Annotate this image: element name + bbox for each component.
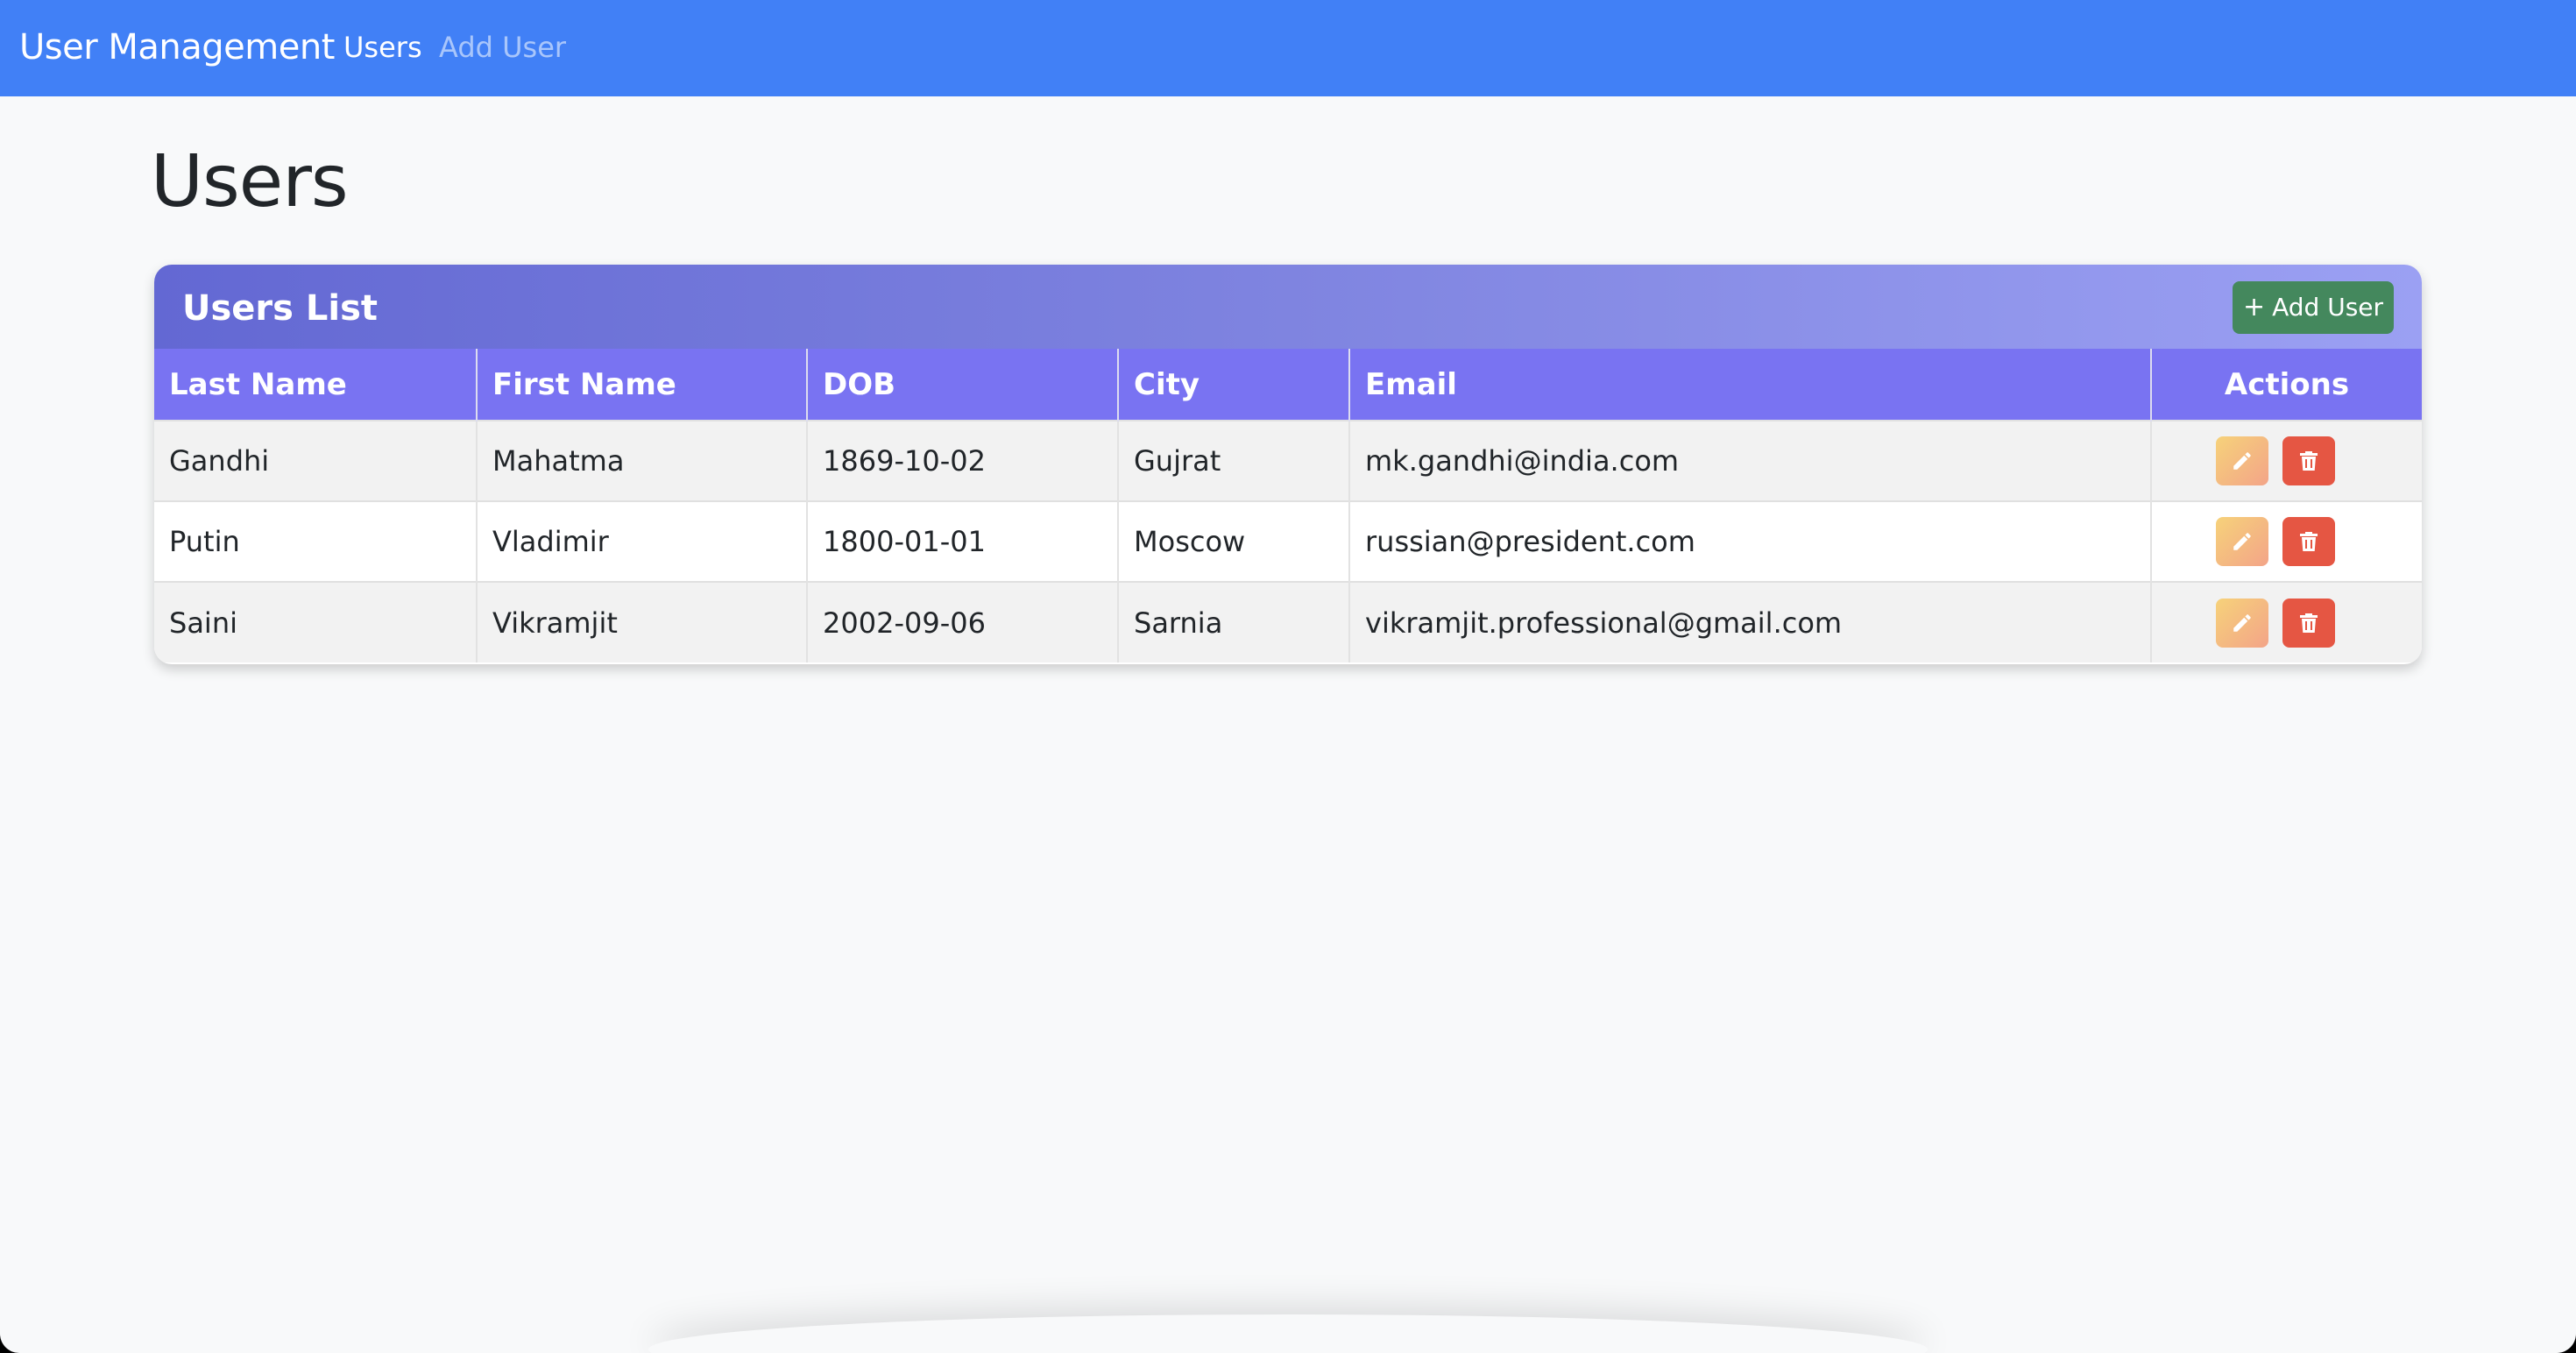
cell-actions — [2151, 420, 2422, 501]
cell-email: mk.gandhi@india.com — [1349, 420, 2152, 501]
edit-button[interactable] — [2216, 436, 2268, 485]
delete-button[interactable] — [2282, 598, 2335, 648]
cell-city: Moscow — [1118, 500, 1350, 582]
navbar: User Management Users Add User — [0, 0, 2576, 96]
brand-link[interactable]: User Management — [19, 23, 335, 72]
edit-button[interactable] — [2216, 598, 2268, 648]
column-header-first-name[interactable]: First Name — [477, 349, 808, 421]
nav-link-users[interactable]: Users — [343, 26, 422, 68]
row-actions — [2216, 598, 2335, 648]
bottom-shadow — [648, 1314, 1928, 1353]
edit-button[interactable] — [2216, 517, 2268, 566]
card-header: Users List + Add User — [154, 265, 2422, 349]
table-row: Gandhi Mahatma 1869-10-02 Gujrat mk.gand… — [154, 420, 2422, 501]
cell-dob: 1869-10-02 — [807, 420, 1119, 501]
cell-first-name: Vladimir — [477, 500, 808, 582]
row-actions — [2216, 436, 2335, 485]
cell-last-name: Gandhi — [154, 420, 478, 501]
cell-email: russian@president.com — [1349, 500, 2152, 582]
users-table: Last Name First Name DOB City Email Acti… — [154, 349, 2422, 662]
trash-icon — [2300, 451, 2318, 471]
column-header-email[interactable]: Email — [1349, 349, 2152, 421]
trash-icon — [2300, 532, 2318, 551]
cell-first-name: Mahatma — [477, 420, 808, 501]
pencil-icon — [2233, 613, 2251, 632]
cell-city: Gujrat — [1118, 420, 1350, 501]
add-user-button-label: Add User — [2272, 293, 2384, 322]
cell-dob: 1800-01-01 — [807, 500, 1119, 582]
cell-last-name: Putin — [154, 500, 478, 582]
column-header-actions: Actions — [2151, 349, 2422, 421]
table-row: Saini Vikramjit 2002-09-06 Sarnia vikram… — [154, 581, 2422, 662]
delete-button[interactable] — [2282, 436, 2335, 485]
cell-actions — [2151, 581, 2422, 662]
cell-dob: 2002-09-06 — [807, 581, 1119, 662]
add-user-button[interactable]: + Add User — [2233, 281, 2394, 334]
row-actions — [2216, 517, 2335, 566]
pencil-icon — [2233, 533, 2251, 550]
nav-link-add-user[interactable]: Add User — [439, 26, 566, 68]
column-header-dob[interactable]: DOB — [807, 349, 1119, 421]
cell-last-name: Saini — [154, 581, 478, 662]
card-title: Users List — [182, 288, 379, 329]
cell-first-name: Vikramjit — [477, 581, 808, 662]
column-header-last-name[interactable]: Last Name — [154, 349, 478, 421]
table-row: Putin Vladimir 1800-01-01 Moscow russian… — [154, 500, 2422, 582]
plus-icon: + — [2242, 292, 2266, 322]
page-title: Users — [151, 140, 349, 223]
delete-button[interactable] — [2282, 517, 2335, 566]
trash-icon — [2300, 613, 2318, 633]
users-card: Users List + Add User Last Name First Nam… — [154, 265, 2422, 664]
table-header-row: Last Name First Name DOB City Email Acti… — [154, 349, 2422, 421]
cell-city: Sarnia — [1118, 581, 1350, 662]
app-window: User Management Users Add User Users Use… — [0, 0, 2576, 1353]
column-header-city[interactable]: City — [1118, 349, 1350, 421]
pencil-icon — [2233, 452, 2251, 470]
cell-actions — [2151, 500, 2422, 582]
cell-email: vikramjit.professional@gmail.com — [1349, 581, 2152, 662]
